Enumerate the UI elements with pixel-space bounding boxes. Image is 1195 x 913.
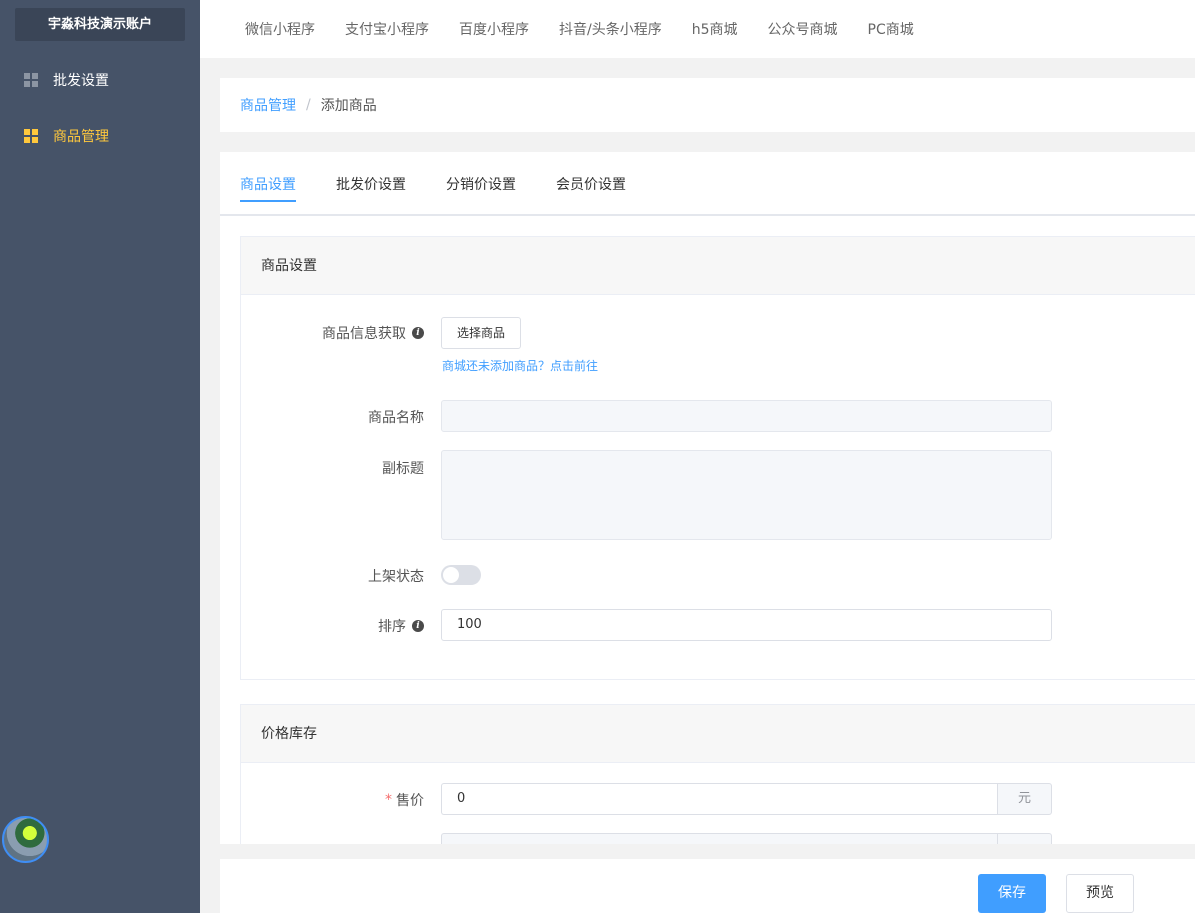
goods-name-input[interactable] <box>441 400 1052 432</box>
topnav-item-wechat[interactable]: 微信小程序 <box>245 19 315 39</box>
top-navigation: 微信小程序 支付宝小程序 百度小程序 抖音/头条小程序 h5商城 公众号商城 P… <box>200 0 1195 58</box>
sidebar-item-wholesale-settings[interactable]: 批发设置 <box>0 60 200 100</box>
topnav-item-baidu[interactable]: 百度小程序 <box>459 19 529 39</box>
panel-title: 商品设置 <box>241 237 1195 295</box>
topnav-item-douyin[interactable]: 抖音/头条小程序 <box>559 19 662 39</box>
add-goods-link[interactable]: 商城还未添加商品？点击前往 <box>442 357 598 374</box>
price-label-text: 售价 <box>396 793 424 809</box>
info-label: 商品信息获取 i <box>322 323 424 343</box>
status-label: 上架状态 <box>368 569 424 585</box>
topnav-item-h5[interactable]: h5商城 <box>692 19 738 39</box>
goods-settings-panel: 商品设置 商品信息获取 i 选择商品 商城还未添加商品？点击前往 商品名称 副标… <box>240 236 1195 680</box>
tab-bar: 商品设置 批发价设置 分销价设置 会员价设置 <box>220 152 1195 216</box>
info-label-text: 商品信息获取 <box>322 326 406 342</box>
subtitle-label: 副标题 <box>382 461 424 477</box>
main-content: 商品设置 批发价设置 分销价设置 会员价设置 商品设置 商品信息获取 i 选择商… <box>220 152 1195 844</box>
sidebar-item-label: 批发设置 <box>53 73 109 89</box>
sort-label: 排序 i <box>378 616 424 636</box>
footer-bar: 保存 预览 <box>220 859 1195 913</box>
breadcrumb-separator: / <box>306 97 311 113</box>
info-icon[interactable]: i <box>412 327 424 339</box>
grid-icon <box>24 73 38 87</box>
topnav-item-official-account[interactable]: 公众号商城 <box>768 19 838 39</box>
tab-distribution-price[interactable]: 分销价设置 <box>446 174 516 202</box>
price-input[interactable]: 0 <box>441 783 997 815</box>
price-unit: 元 <box>997 783 1052 815</box>
sort-input[interactable]: 100 <box>441 609 1052 641</box>
tab-goods-settings[interactable]: 商品设置 <box>240 174 296 202</box>
grid-icon <box>24 129 38 143</box>
tab-wholesale-price[interactable]: 批发价设置 <box>336 174 406 202</box>
topnav-item-pc[interactable]: PC商城 <box>868 19 914 39</box>
account-name[interactable]: 宇淼科技演示账户 <box>15 8 185 41</box>
next-input[interactable] <box>441 833 997 844</box>
subtitle-textarea[interactable] <box>441 450 1052 540</box>
sidebar-item-goods-management[interactable]: 商品管理 <box>0 116 200 156</box>
avatar[interactable] <box>2 816 49 863</box>
sort-label-text: 排序 <box>378 619 406 635</box>
sidebar-item-label: 商品管理 <box>53 129 109 145</box>
panel-title: 价格库存 <box>241 705 1195 763</box>
price-label: * 售价 <box>385 790 424 810</box>
next-unit <box>997 833 1052 844</box>
price-input-group: 0 元 <box>441 783 1052 815</box>
price-stock-panel: 价格库存 * 售价 0 元 <box>240 704 1195 844</box>
breadcrumb-parent[interactable]: 商品管理 <box>240 95 296 115</box>
name-label: 商品名称 <box>368 410 424 426</box>
breadcrumb-current: 添加商品 <box>320 98 377 114</box>
save-button[interactable]: 保存 <box>978 874 1046 913</box>
listing-status-toggle[interactable] <box>441 565 481 585</box>
tab-member-price[interactable]: 会员价设置 <box>556 174 626 202</box>
info-icon[interactable]: i <box>412 620 424 632</box>
select-goods-button[interactable]: 选择商品 <box>441 317 521 349</box>
topnav-item-alipay[interactable]: 支付宝小程序 <box>345 19 429 39</box>
sidebar: 宇淼科技演示账户 批发设置 商品管理 <box>0 0 200 913</box>
breadcrumb: 商品管理 / 添加商品 <box>220 78 1195 132</box>
required-mark: * <box>385 792 392 808</box>
next-input-group <box>441 833 1052 844</box>
preview-button[interactable]: 预览 <box>1066 874 1134 913</box>
